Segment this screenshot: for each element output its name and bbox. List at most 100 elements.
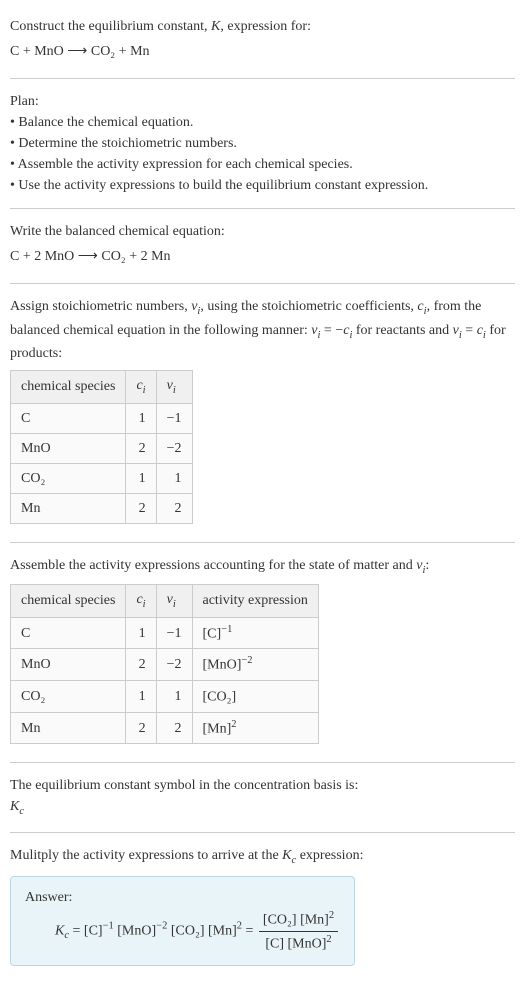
table-row: MnO 2 −2 [MnO]−2 [11,649,319,681]
answer-p4: [Mn] [204,924,236,939]
td-ci: 2 [126,493,156,523]
td-species: C [11,617,126,649]
table-row: CO₂ 1 1 [CO₂] [11,681,319,713]
activity-section: Assemble the activity expressions accoun… [10,547,515,759]
td-nui: −1 [156,403,192,433]
td-nui: 1 [156,463,192,493]
answer-expression: Kc = [C]−1 [MnO]−2 [CO₂] [Mn]2 = [CO₂] [… [25,908,340,954]
plan-section: Plan: Balance the chemical equation. Det… [10,83,515,204]
td-species: C [11,403,126,433]
divider [10,832,515,833]
act-base: [Mn] [203,721,232,736]
divider [10,283,515,284]
answer-box: Answer: Kc = [C]−1 [MnO]−2 [CO₂] [Mn]2 =… [10,876,355,965]
intro-line1b: , expression for: [220,19,311,34]
balanced-title: Write the balanced chemical equation: [10,221,515,242]
td-ci: 1 [126,681,156,713]
symbol-c: c [19,806,24,817]
intro-K: K [211,19,220,34]
answer-K: K [55,924,64,939]
act-exp: 2 [231,719,236,730]
act-base: [C] [203,626,222,641]
td-ci: 2 [126,433,156,463]
th-species: chemical species [11,371,126,404]
symbol-K: K [10,799,19,814]
plan-item: Use the activity expressions to build th… [10,175,515,196]
intro-text: Construct the equilibrium constant, K, e… [10,16,515,37]
table-header-row: chemical species ci νi activity expressi… [11,585,319,618]
frac-numerator: [CO₂] [Mn]2 [259,908,338,932]
act-exp: −2 [241,655,252,666]
answer-label: Answer: [25,887,340,908]
th-ci-i2: i [143,599,146,610]
intro-equation: C + MnO ⟶ CO₂ + Mn [10,41,515,62]
balanced-section: Write the balanced chemical equation: C … [10,213,515,279]
td-species: MnO [11,433,126,463]
symbol-section: The equilibrium constant symbol in the c… [10,767,515,828]
td-act: [CO₂] [192,681,318,713]
td-act: [Mn]2 [192,712,318,744]
td-ci: 2 [126,649,156,681]
frac-num-exp: 2 [329,910,334,921]
td-nui: 2 [156,493,192,523]
td-act: [MnO]−2 [192,649,318,681]
multiply-K: K [282,848,291,863]
table-row: C 1 −1 [11,403,193,433]
activity-t1: Assemble the activity expressions accoun… [10,558,416,573]
divider [10,78,515,79]
multiply-t1: Mulitply the activity expressions to arr… [10,848,282,863]
td-nui: −1 [156,617,192,649]
td-species: Mn [11,493,126,523]
th-nui-i: i [173,385,176,396]
td-ci: 2 [126,712,156,744]
td-nui: 2 [156,712,192,744]
td-species: CO₂ [11,463,126,493]
stoich-t1: Assign stoichiometric numbers, [10,299,191,314]
answer-p1e: −1 [103,921,114,932]
stoich-rel2b: = [462,323,477,338]
th-act: activity expression [192,585,318,618]
th-ci-i: i [143,385,146,396]
plan-list: Balance the chemical equation. Determine… [10,112,515,196]
divider [10,762,515,763]
th-species: chemical species [11,585,126,618]
act-base: [MnO] [203,658,242,673]
frac-denominator: [C] [MnO]2 [259,932,338,955]
frac-den-exp: 2 [326,934,331,945]
symbol-text: The equilibrium constant symbol in the c… [10,775,515,796]
th-nui: νi [156,371,192,404]
frac-den-base: [C] [MnO] [265,937,326,952]
divider [10,542,515,543]
multiply-section: Mulitply the activity expressions to arr… [10,837,515,982]
plan-title: Plan: [10,91,515,112]
td-nui: 1 [156,681,192,713]
activity-text: Assemble the activity expressions accoun… [10,555,515,579]
table-row: MnO 2 −2 [11,433,193,463]
stoich-rel1b: = − [320,323,343,338]
td-species: Mn [11,712,126,744]
answer-p2: [MnO] [114,924,156,939]
act-exp: −1 [221,624,232,635]
plan-item: Balance the chemical equation. [10,112,515,133]
frac-num-base: [CO₂] [Mn] [263,913,329,928]
td-nui: −2 [156,433,192,463]
table-row: Mn 2 2 [Mn]2 [11,712,319,744]
stoich-section: Assign stoichiometric numbers, νi , using… [10,288,515,538]
symbol-Kc: Kc [10,796,515,820]
th-nui: νi [156,585,192,618]
stoich-t2: , using the stoichiometric coefficients, [200,299,417,314]
divider [10,208,515,209]
multiply-t2: expression: [296,848,363,863]
stoich-t4: for reactants and [352,323,452,338]
stoich-text: Assign stoichiometric numbers, νi, using… [10,296,515,364]
th-nui-i2: i [173,599,176,610]
table-row: Mn 2 2 [11,493,193,523]
answer-p3: [CO₂] [167,924,204,939]
answer-p1: [C] [84,924,103,939]
table-row: CO₂ 1 1 [11,463,193,493]
answer-eq1: = [69,924,84,939]
intro-section: Construct the equilibrium constant, K, e… [10,8,515,74]
balanced-equation: C + 2 MnO ⟶ CO₂ + 2 Mn [10,246,515,267]
th-ci: ci [126,371,156,404]
stoich-table: chemical species ci νi C 1 −1 MnO 2 −2 C… [10,370,193,524]
